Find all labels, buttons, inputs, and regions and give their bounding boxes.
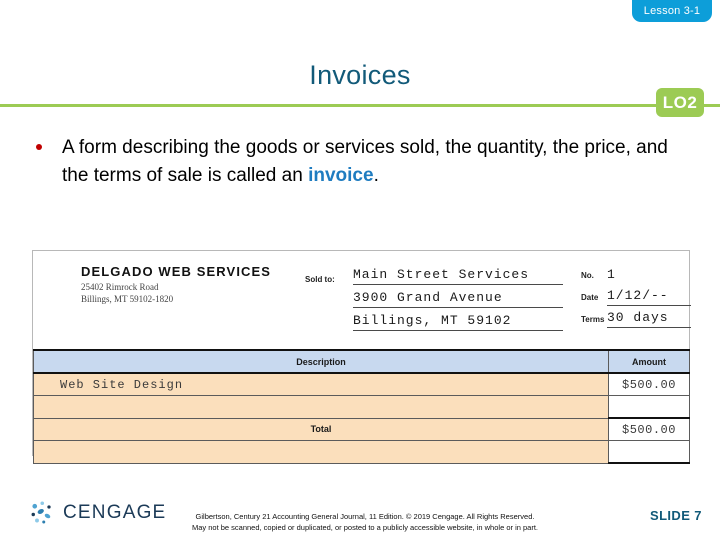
lesson-tab: Lesson 3-1 bbox=[632, 0, 712, 22]
learning-objective-badge: LO2 bbox=[656, 88, 704, 117]
invoice-number-label: No. bbox=[581, 271, 594, 280]
table-row bbox=[33, 440, 690, 464]
sold-to-label: Sold to: bbox=[305, 275, 335, 284]
divider-rule bbox=[0, 104, 720, 107]
column-header-amount: Amount bbox=[608, 349, 690, 374]
sold-to-line-3: Billings, MT 59102 bbox=[353, 311, 563, 331]
invoice-line-items-table: Description Amount Web Site Design $500.… bbox=[33, 349, 690, 464]
lesson-tab-label: Lesson 3-1 bbox=[643, 5, 701, 17]
invoice-terms-row: Terms 30 days bbox=[581, 309, 691, 328]
invoice-date-value: 1/12/-- bbox=[607, 286, 691, 306]
invoice-date-row: Date 1/12/-- bbox=[581, 287, 691, 306]
bullet-dot-icon bbox=[36, 144, 42, 150]
invoice-date-label: Date bbox=[581, 293, 599, 302]
line-item-amount-empty bbox=[608, 395, 690, 419]
slide-number: SLIDE 7 bbox=[650, 508, 702, 523]
total-label: Total bbox=[33, 417, 609, 441]
invoice-company-address-line1: 25402 Rimrock Road bbox=[81, 282, 159, 292]
learning-objective-label: LO2 bbox=[662, 93, 698, 112]
invoice-terms-value: 30 days bbox=[607, 308, 691, 328]
bullet-list-item: A form describing the goods or services … bbox=[36, 134, 676, 190]
invoice-company-address-line2: Billings, MT 59102-1820 bbox=[81, 294, 174, 304]
invoice-number-row: No. 1 bbox=[581, 265, 691, 284]
page-title: Invoices bbox=[309, 60, 411, 90]
invoice-document: DELGADO WEB SERVICES 25402 Rimrock Road … bbox=[32, 250, 691, 464]
sold-to-line-2: 3900 Grand Avenue bbox=[353, 288, 563, 308]
invoice-meta-block: No. 1 Date 1/12/-- Terms 30 days bbox=[581, 265, 691, 331]
line-item-description-empty bbox=[33, 395, 609, 419]
bullet-keyword: invoice bbox=[308, 165, 374, 186]
invoice-number-value: 1 bbox=[607, 267, 616, 282]
copyright-line-1: Gilbertson, Century 21 Accounting Genera… bbox=[195, 512, 535, 521]
sold-to-line-1: Main Street Services bbox=[353, 265, 563, 285]
total-amount: $500.00 bbox=[608, 417, 690, 441]
table-row: Web Site Design $500.00 bbox=[33, 372, 690, 396]
copyright-notice: Gilbertson, Century 21 Accounting Genera… bbox=[110, 511, 620, 533]
trailing-row-description bbox=[33, 440, 609, 464]
trailing-row-amount bbox=[608, 440, 690, 464]
table-total-row: Total $500.00 bbox=[33, 417, 690, 441]
copyright-line-2: May not be scanned, copied or duplicated… bbox=[191, 523, 539, 532]
cengage-dots-icon bbox=[31, 501, 51, 524]
bullet-text: A form describing the goods or services … bbox=[62, 134, 676, 190]
bullet-text-after: . bbox=[373, 165, 379, 186]
table-header-row: Description Amount bbox=[33, 349, 690, 374]
column-header-description: Description bbox=[33, 349, 609, 374]
invoice-terms-label: Terms bbox=[581, 315, 605, 324]
invoice-header: DELGADO WEB SERVICES 25402 Rimrock Road … bbox=[33, 251, 691, 349]
line-item-description: Web Site Design bbox=[33, 372, 609, 396]
line-item-amount: $500.00 bbox=[608, 372, 690, 396]
table-row bbox=[33, 395, 690, 419]
sold-to-block: Main Street Services 3900 Grand Avenue B… bbox=[353, 265, 563, 334]
invoice-company-name: DELGADO WEB SERVICES bbox=[81, 264, 272, 279]
